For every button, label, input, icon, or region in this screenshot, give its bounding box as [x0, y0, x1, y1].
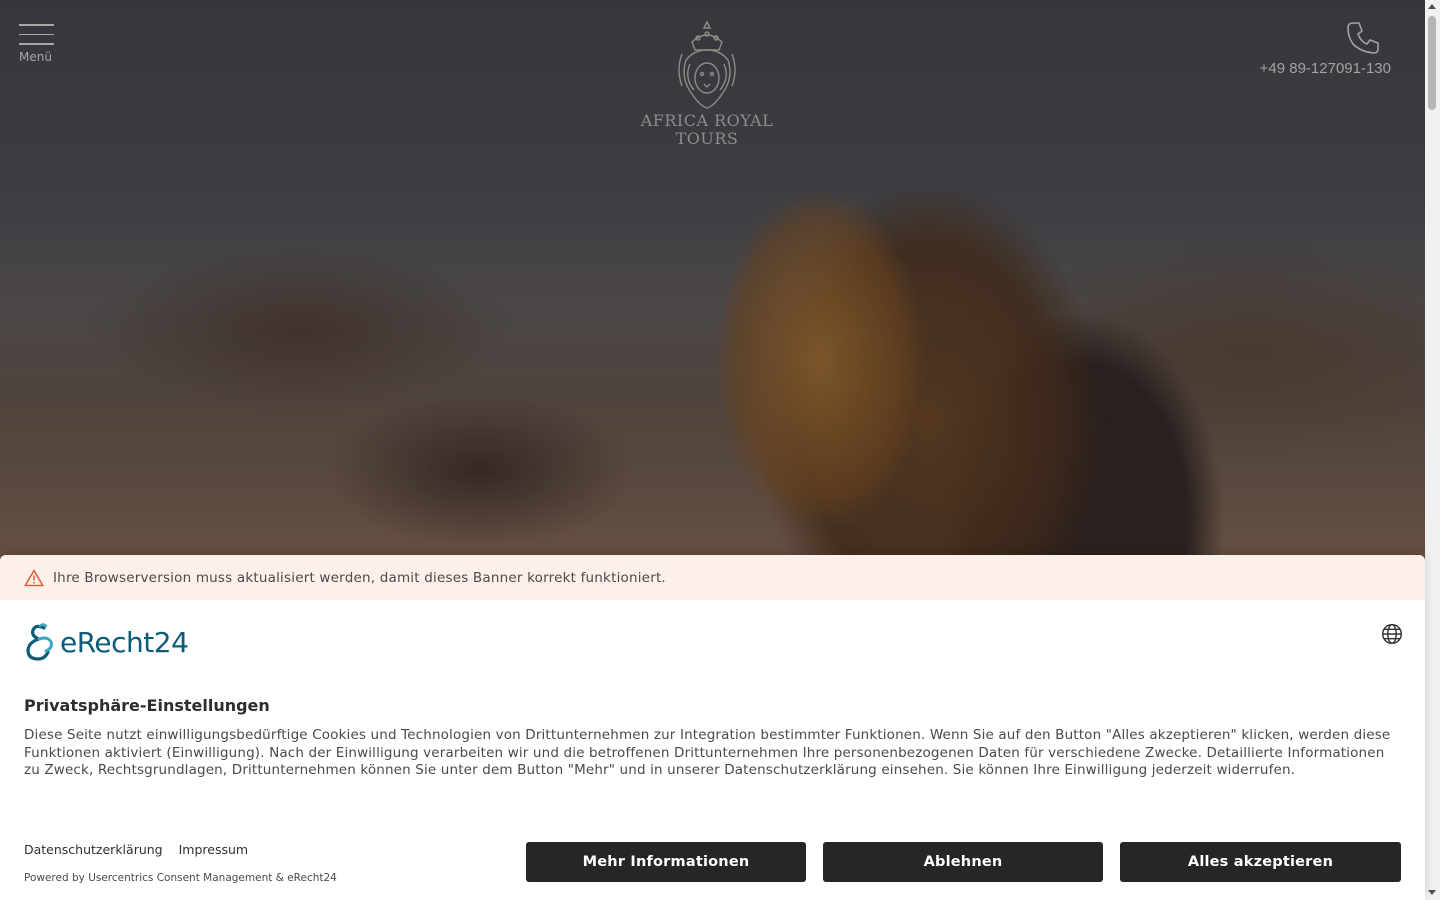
scrollbar-thumb[interactable] — [1428, 16, 1436, 110]
cookie-consent-banner: Ihre Browserversion muss aktualisiert we… — [0, 555, 1425, 900]
hamburger-icon-bar — [19, 33, 54, 35]
more-info-button[interactable]: Mehr Informationen — [526, 842, 806, 882]
erecht24-mark-icon — [26, 623, 53, 661]
erecht24-logo: eRecht24 — [24, 622, 189, 662]
lion-crest-icon — [678, 20, 736, 109]
logo-text-line2: TOURS — [675, 129, 739, 148]
hamburger-icon — [19, 24, 54, 26]
phone-icon — [1347, 22, 1379, 54]
menu-button[interactable]: Menü — [19, 24, 55, 64]
site-logo[interactable]: AFRICA ROYAL TOURS — [640, 20, 774, 148]
brand-name: eRecht24 — [60, 625, 189, 659]
consent-description: Diese Seite nutzt einwilligungsbedürftig… — [24, 727, 1391, 778]
browser-warning-text: Ihre Browserversion muss aktualisiert we… — [53, 569, 666, 586]
browser-warning-bar: Ihre Browserversion muss aktualisiert we… — [0, 555, 1425, 600]
imprint-link[interactable]: Impressum — [179, 842, 248, 857]
hamburger-icon-bar — [19, 43, 54, 45]
accept-all-button[interactable]: Alles akzeptieren — [1120, 842, 1401, 882]
deny-button[interactable]: Ablehnen — [823, 842, 1103, 882]
privacy-policy-link[interactable]: Datenschutzerklärung — [24, 842, 163, 857]
globe-icon — [1381, 623, 1403, 645]
logo-text-line1: AFRICA ROYAL — [640, 111, 774, 130]
page-scrollbar[interactable] — [1425, 0, 1440, 900]
powered-by-text: Powered by Usercentrics Consent Manageme… — [24, 872, 337, 884]
phone-number[interactable]: +49 89-127091-130 — [1260, 60, 1391, 77]
consent-links: Datenschutzerklärung Impressum — [24, 842, 248, 857]
consent-title: Privatsphäre-Einstellungen — [24, 696, 270, 715]
warning-triangle-icon — [24, 569, 44, 586]
scroll-up-icon[interactable] — [1428, 4, 1436, 9]
menu-label: Menü — [19, 49, 52, 64]
phone-contact[interactable]: +49 89-127091-130 — [1260, 20, 1391, 77]
language-selector[interactable] — [1381, 623, 1403, 649]
scroll-down-icon[interactable] — [1428, 890, 1436, 895]
